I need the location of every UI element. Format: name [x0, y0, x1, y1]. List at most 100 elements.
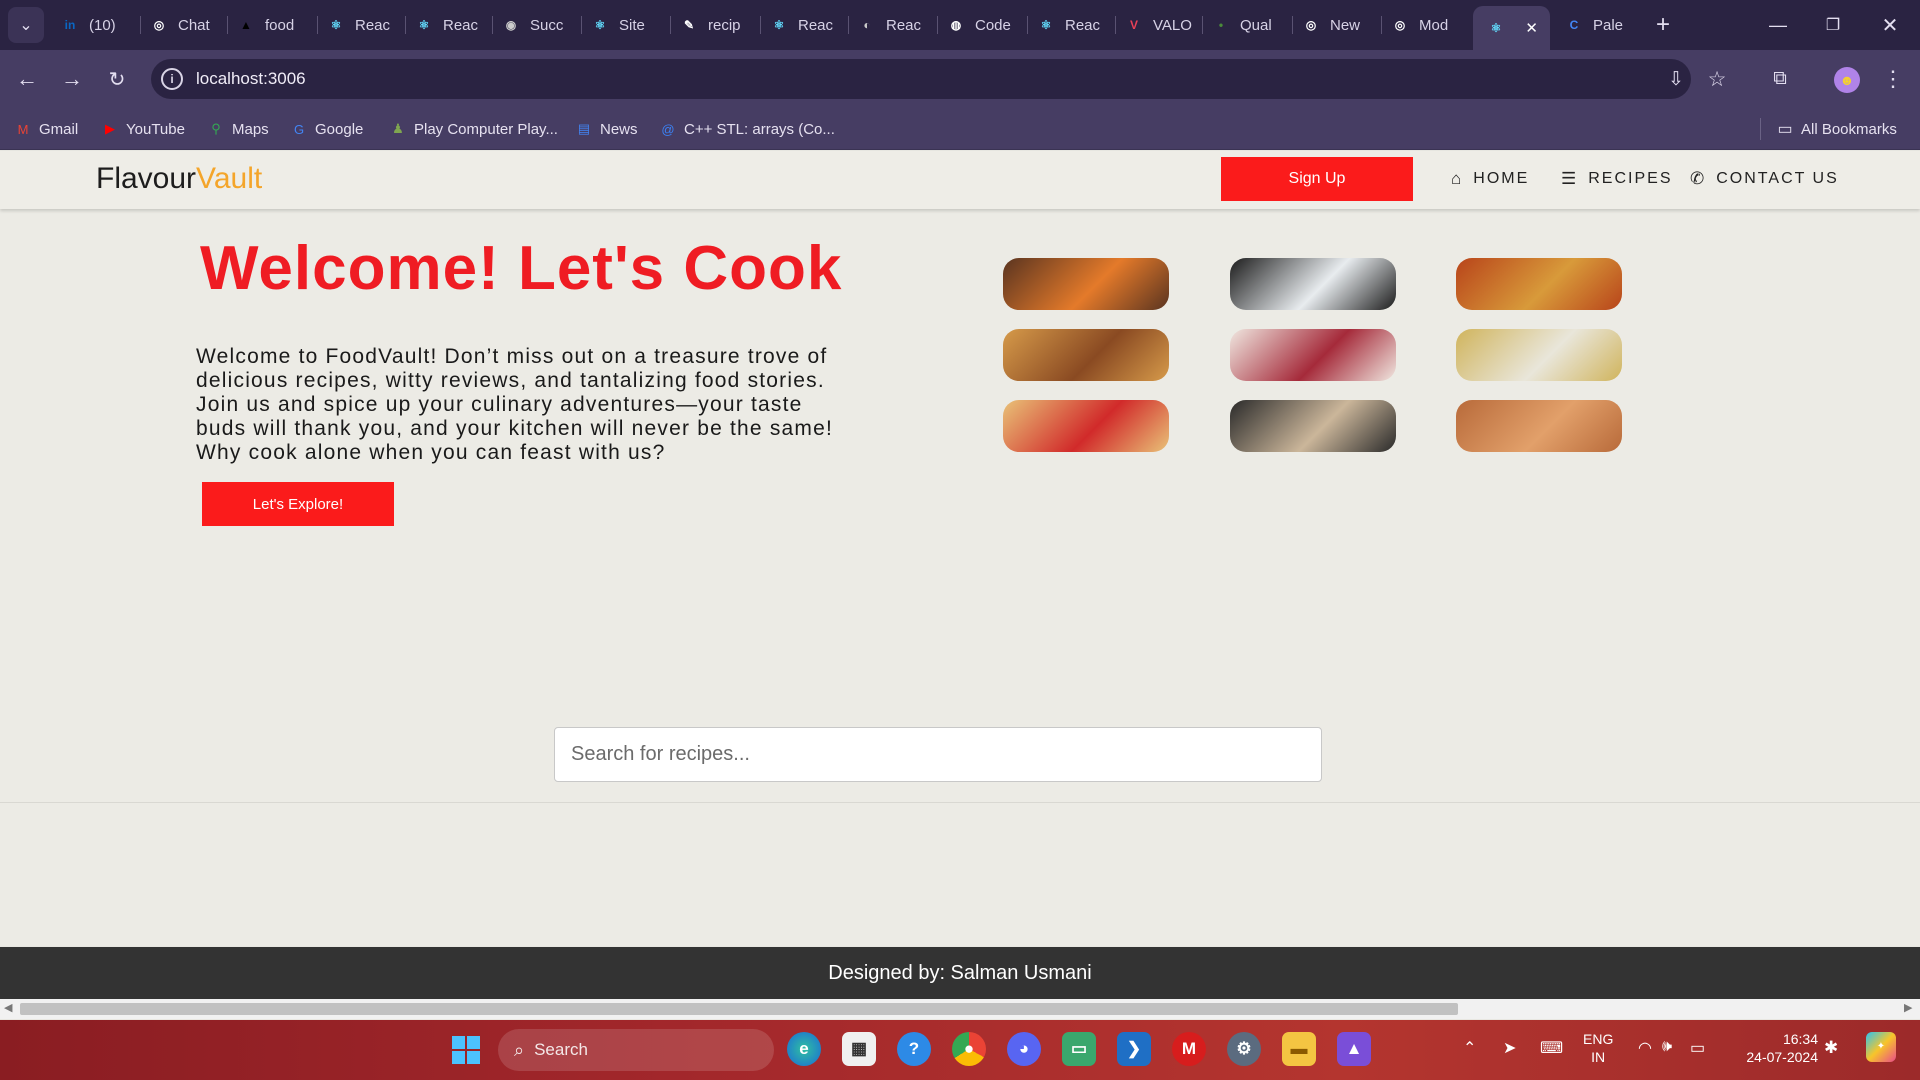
browser-tab[interactable]: V VALO: [1120, 8, 1203, 42]
volume-icon[interactable]: 🕪: [1662, 1038, 1672, 1056]
logo-text-flavour: Flavour: [96, 162, 197, 195]
menu-kebab-icon[interactable]: ⋮: [1875, 61, 1911, 97]
browser-tab[interactable]: • Qual: [1207, 8, 1293, 42]
scrollbar-thumb[interactable]: [20, 1003, 1458, 1015]
tab-separator: [140, 16, 141, 34]
bookmark-item[interactable]: ⚲ Maps: [207, 116, 268, 142]
browser-tab[interactable]: ⚛ Site: [586, 8, 671, 42]
vercel-icon: ▲: [240, 18, 252, 32]
browser-tab[interactable]: ⚛ Reac: [765, 8, 849, 42]
logo-text-vault: Vault: [196, 162, 263, 195]
location-icon[interactable]: ➤: [1503, 1038, 1516, 1058]
windows-start-icon[interactable]: [452, 1036, 480, 1064]
food-image-roasted-fish: [1456, 400, 1622, 452]
tray-chevron-icon[interactable]: ⌃: [1463, 1038, 1476, 1058]
browser-tab[interactable]: ◎ New: [1297, 8, 1382, 42]
browser-tab[interactable]: ▲ food: [232, 8, 318, 42]
browser-tab[interactable]: ◎ Mod: [1386, 8, 1469, 42]
edge-icon[interactable]: e: [787, 1032, 821, 1066]
bookmark-item[interactable]: M Gmail: [14, 116, 79, 142]
bookmark-item[interactable]: @ C++ STL: arrays (Co...: [659, 116, 835, 142]
recipe-search-input[interactable]: [554, 727, 1322, 782]
bookmark-label: News: [600, 120, 638, 138]
restore-icon[interactable]: ❐: [1815, 7, 1851, 43]
notification-gear-icon[interactable]: ✱: [1824, 1038, 1838, 1058]
nav-contact[interactable]: ✆ CONTACT US: [1690, 165, 1839, 193]
chrome-icon[interactable]: ●: [952, 1032, 986, 1066]
google-icon: G: [293, 121, 305, 137]
close-tab-icon[interactable]: ✕: [1525, 19, 1538, 37]
maps-icon: ⚲: [211, 121, 221, 136]
install-app-icon[interactable]: ⇩: [1658, 61, 1694, 97]
nav-home[interactable]: ⌂ HOME: [1451, 165, 1529, 193]
browser-tab[interactable]: ◉ Succ: [497, 8, 582, 42]
clock[interactable]: 16:34 24-07-2024: [1738, 1030, 1818, 1066]
globe-icon: ◐: [863, 18, 871, 32]
new-tab-button[interactable]: +: [1645, 7, 1681, 43]
store-icon[interactable]: ▦: [842, 1032, 876, 1066]
all-bookmarks-label: All Bookmarks: [1801, 120, 1897, 138]
help-icon[interactable]: ?: [897, 1032, 931, 1066]
bookmark-item[interactable]: ▶ YouTube: [101, 116, 185, 142]
browser-tab[interactable]: ⚛ Reac: [322, 8, 406, 42]
browser-tab[interactable]: ✎ recip: [675, 8, 761, 42]
profile-avatar[interactable]: ☻: [1834, 67, 1860, 93]
signup-button[interactable]: Sign Up: [1221, 157, 1413, 201]
at-icon: @: [661, 121, 675, 137]
browser-tab[interactable]: C Pale: [1560, 8, 1645, 42]
remote-desktop-icon[interactable]: ▭: [1062, 1032, 1096, 1066]
language-indicator[interactable]: ENG IN: [1583, 1030, 1613, 1066]
copilot-icon[interactable]: ✦: [1866, 1032, 1896, 1062]
close-window-icon[interactable]: ✕: [1872, 7, 1908, 43]
address-text[interactable]: localhost:3006: [196, 68, 306, 90]
food-image-muffin: [1456, 329, 1622, 381]
nav-recipes[interactable]: ☰ RECIPES: [1561, 165, 1673, 193]
forward-icon[interactable]: →: [54, 61, 90, 97]
gmail-icon: M: [17, 121, 29, 137]
browser-tab[interactable]: ◍ Code: [942, 8, 1028, 42]
address-bar[interactable]: [151, 59, 1691, 99]
settings-icon[interactable]: ⚙: [1227, 1032, 1261, 1066]
bookmark-item[interactable]: G Google: [290, 116, 363, 142]
keyboard-icon[interactable]: ⌨: [1540, 1038, 1563, 1058]
scroll-left-icon[interactable]: ◀: [4, 1001, 12, 1014]
valorant-icon: V: [1129, 18, 1138, 32]
hero-description: Welcome to FoodVault! Don’t miss out on …: [196, 345, 834, 464]
mcafee-icon[interactable]: M: [1172, 1032, 1206, 1066]
browser-tab[interactable]: ⚛ ✕: [1473, 6, 1550, 50]
news-icon: ▤: [577, 121, 591, 136]
explore-button[interactable]: Let's Explore!: [202, 482, 394, 526]
bookmark-item[interactable]: ▤ News: [575, 116, 638, 142]
browser-tab[interactable]: ⚛ Reac: [410, 8, 493, 42]
browser-tab[interactable]: ◎ Chat: [145, 8, 228, 42]
back-icon[interactable]: ←: [9, 61, 45, 97]
tab-label: (10): [89, 16, 116, 34]
tab-search-chevron-icon[interactable]: ⌄: [8, 7, 44, 43]
site-logo[interactable]: FlavourVault: [96, 161, 262, 197]
site-info-icon[interactable]: i: [161, 68, 183, 90]
tab-label: Reac: [443, 16, 479, 34]
tab-separator: [227, 16, 228, 34]
file-explorer-icon[interactable]: ▬: [1282, 1032, 1316, 1066]
wifi-icon[interactable]: ◠: [1638, 1038, 1652, 1058]
battery-icon[interactable]: ▭: [1690, 1038, 1705, 1058]
folder-icon: ▭: [1777, 121, 1793, 138]
tab-label: VALO: [1153, 16, 1192, 34]
all-bookmarks[interactable]: ▭ All Bookmarks: [1776, 116, 1897, 142]
tab-separator: [1381, 16, 1382, 34]
discord-icon[interactable]: ◕: [1007, 1032, 1041, 1066]
photos-icon[interactable]: ▲: [1337, 1032, 1371, 1066]
taskbar-search[interactable]: ⌕ Search: [498, 1029, 774, 1071]
browser-tab[interactable]: ◐ Reac: [853, 8, 938, 42]
bookmark-item[interactable]: ♟ Play Computer Play...: [389, 116, 558, 142]
bookmark-star-icon[interactable]: ☆: [1699, 61, 1735, 97]
browser-tab[interactable]: ⚛ Reac: [1032, 8, 1116, 42]
vscode-icon[interactable]: ❯: [1117, 1032, 1151, 1066]
bookmark-label: C++ STL: arrays (Co...: [684, 120, 835, 138]
browser-tab[interactable]: in (10): [56, 8, 141, 42]
scroll-right-icon[interactable]: ▶: [1904, 1001, 1912, 1014]
extensions-icon[interactable]: ⧉: [1762, 61, 1798, 97]
reload-icon[interactable]: ↻: [99, 61, 135, 97]
minimize-icon[interactable]: —: [1760, 7, 1796, 43]
tab-separator: [492, 16, 493, 34]
